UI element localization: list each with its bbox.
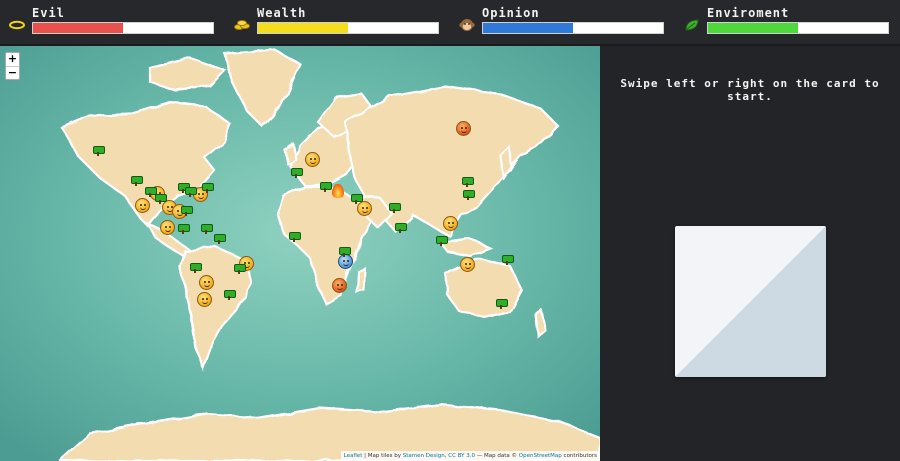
tree-icon bbox=[145, 187, 157, 197]
tree-icon bbox=[93, 146, 105, 156]
map-marker[interactable] bbox=[199, 275, 214, 290]
stat-wealth: Wealth bbox=[233, 6, 448, 40]
map-marker[interactable] bbox=[456, 121, 471, 136]
map-marker[interactable] bbox=[332, 278, 347, 293]
stat-evil-bar bbox=[32, 22, 214, 34]
stat-label: Opinion bbox=[482, 6, 540, 20]
tree-icon bbox=[436, 236, 448, 246]
swipe-instruction-line: start. bbox=[727, 90, 773, 103]
tree-icon bbox=[496, 299, 508, 309]
tree-icon bbox=[351, 194, 363, 204]
card-panel: Swipe left or right on the card to start… bbox=[600, 46, 900, 461]
tree-icon bbox=[201, 224, 213, 234]
tree-icon bbox=[395, 223, 407, 233]
tree-icon bbox=[181, 206, 193, 216]
tree-icon bbox=[339, 247, 351, 257]
attribution-text: — Map data © bbox=[475, 453, 519, 459]
swipe-instruction-line: Swipe left or right on the card to bbox=[620, 77, 880, 90]
card-face bbox=[675, 226, 826, 377]
map-marker[interactable] bbox=[357, 201, 372, 216]
zoom-in-button[interactable]: + bbox=[6, 53, 19, 66]
tree-icon bbox=[178, 224, 190, 234]
fire-icon bbox=[332, 184, 344, 198]
tree-icon bbox=[185, 187, 197, 197]
stat-opinion-bar bbox=[482, 22, 664, 34]
tree-icon bbox=[202, 183, 214, 193]
stat-opinion-fill bbox=[483, 23, 573, 33]
tree-icon bbox=[462, 177, 474, 187]
leaf-icon bbox=[683, 18, 701, 32]
cc-link[interactable]: CC BY 3.0 bbox=[448, 453, 475, 459]
map-marker[interactable] bbox=[197, 292, 212, 307]
zoom-control: + − bbox=[5, 52, 20, 80]
tree-icon bbox=[214, 234, 226, 244]
zoom-out-button[interactable]: − bbox=[6, 66, 19, 79]
map-attribution: Leaflet | Map tiles by Stamen Design, CC… bbox=[340, 451, 600, 461]
tree-icon bbox=[155, 194, 167, 204]
world-map[interactable]: + − Leaflet | Map tiles by Stamen Design… bbox=[0, 46, 600, 461]
stat-enviroment-bar bbox=[707, 22, 889, 34]
stats-bar: Evil Wealth Opinion Enviroment bbox=[0, 0, 900, 46]
tree-icon bbox=[502, 255, 514, 265]
osm-link[interactable]: OpenStreetMap bbox=[519, 453, 562, 459]
map-marker[interactable] bbox=[305, 152, 320, 167]
stat-enviroment-fill bbox=[708, 23, 798, 33]
stat-wealth-bar bbox=[257, 22, 439, 34]
tree-icon bbox=[190, 263, 202, 273]
stat-label: Wealth bbox=[257, 6, 307, 20]
swipe-instruction: Swipe left or right on the card to start… bbox=[600, 77, 900, 103]
map-marker[interactable] bbox=[443, 216, 458, 231]
stat-label: Evil bbox=[32, 6, 65, 20]
tree-icon bbox=[131, 176, 143, 186]
tree-icon bbox=[463, 190, 475, 200]
tree-icon bbox=[289, 232, 301, 242]
stamen-link[interactable]: Stamen Design bbox=[403, 453, 445, 459]
stat-opinion: Opinion bbox=[458, 6, 673, 40]
map-marker[interactable] bbox=[460, 257, 475, 272]
attribution-text: | Map tiles by bbox=[362, 453, 403, 459]
tree-icon bbox=[320, 182, 332, 192]
tree-icon bbox=[291, 168, 303, 178]
map-tiles bbox=[0, 46, 600, 461]
tree-icon bbox=[389, 203, 401, 213]
swipe-card[interactable] bbox=[675, 226, 826, 377]
tree-icon bbox=[224, 290, 236, 300]
stat-enviroment: Enviroment bbox=[683, 6, 898, 40]
map-marker[interactable] bbox=[160, 220, 175, 235]
coins-icon bbox=[233, 18, 251, 32]
halo-icon bbox=[8, 18, 26, 32]
stat-evil-fill bbox=[33, 23, 123, 33]
monkey-face-icon bbox=[458, 18, 476, 32]
map-marker[interactable] bbox=[135, 198, 150, 213]
stat-label: Enviroment bbox=[707, 6, 790, 20]
tree-icon bbox=[234, 264, 246, 274]
stat-wealth-fill bbox=[258, 23, 348, 33]
attribution-text: contributors bbox=[561, 453, 597, 459]
leaflet-link[interactable]: Leaflet bbox=[344, 453, 363, 459]
stat-evil: Evil bbox=[8, 6, 223, 40]
map-marker[interactable] bbox=[338, 254, 353, 269]
